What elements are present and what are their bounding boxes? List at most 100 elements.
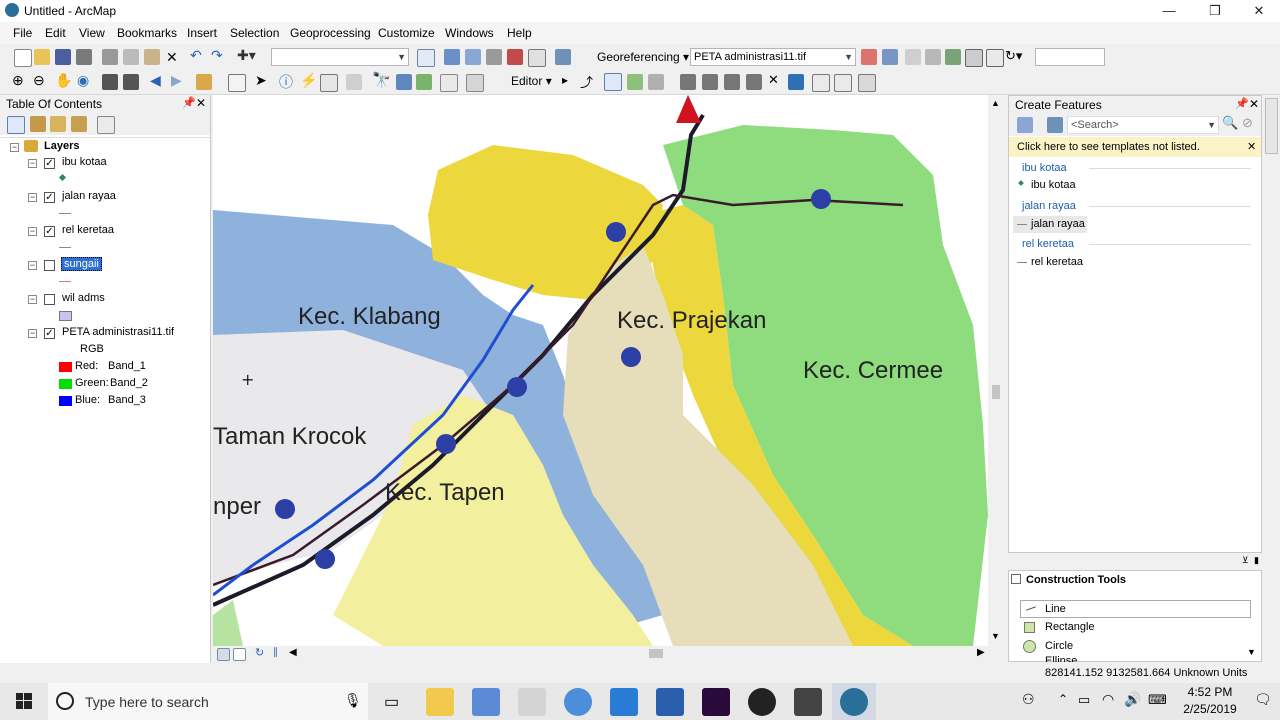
arcmap-taskbar-icon[interactable]: [840, 688, 868, 716]
toc-options-icon[interactable]: [97, 116, 115, 134]
menu-file[interactable]: File: [13, 26, 32, 40]
premiere-icon[interactable]: [702, 688, 730, 716]
layer-name-peta-administrasi[interactable]: PETA administrasi11.tif: [62, 326, 174, 338]
file-explorer-icon[interactable]: [426, 688, 454, 716]
line-symbol-icon[interactable]: [59, 247, 71, 248]
wifi-icon[interactable]: ◠: [1102, 691, 1114, 708]
identify-icon[interactable]: ⓘ: [279, 72, 293, 92]
list-by-drawing-order-icon[interactable]: [7, 116, 25, 134]
volume-icon[interactable]: 🔊: [1124, 691, 1141, 708]
delete-icon[interactable]: ✕: [166, 49, 178, 66]
collapse-layer-icon[interactable]: −: [28, 227, 37, 236]
fixed-zoom-in-icon[interactable]: [102, 74, 118, 90]
collapse-layer-icon[interactable]: −: [28, 329, 37, 338]
taskbar-search-box[interactable]: Type here to search 🎙: [48, 683, 368, 720]
notifications-icon[interactable]: 🗨: [1254, 691, 1272, 708]
layer-name-jalan-rayaa[interactable]: jalan rayaa: [62, 190, 116, 202]
find-route-icon[interactable]: [396, 74, 412, 90]
start-windows-icon[interactable]: [16, 693, 32, 709]
hint-close-icon[interactable]: ✕: [1247, 140, 1256, 153]
word-icon[interactable]: [656, 688, 684, 716]
georef-layer-combo[interactable]: PETA administrasi11.tif ▼: [690, 48, 856, 66]
copy-icon[interactable]: [123, 49, 139, 65]
template-search-input[interactable]: <Search> ▼: [1067, 116, 1219, 134]
mail-icon[interactable]: [518, 688, 546, 716]
globe-app-icon[interactable]: [564, 688, 592, 716]
line-symbol-icon[interactable]: [59, 281, 71, 282]
refresh-icon[interactable]: ↻: [255, 646, 264, 659]
collapse-layer-icon[interactable]: −: [28, 193, 37, 202]
undo-icon[interactable]: ↶: [190, 47, 202, 64]
map-vertical-scrollbar[interactable]: ▲ ▼: [989, 95, 1003, 646]
editor-menu[interactable]: Editor ▾: [511, 74, 552, 88]
go-to-xy-icon[interactable]: [416, 74, 432, 90]
layer-visibility-checkbox[interactable]: ✓: [44, 192, 55, 203]
list-by-visibility-icon[interactable]: [50, 116, 66, 132]
back-extent-icon[interactable]: ◀: [150, 72, 161, 89]
straight-segment-icon[interactable]: [604, 73, 622, 91]
template-ibu-kotaa[interactable]: ibu kotaa: [1031, 179, 1076, 191]
scroll-up-icon[interactable]: ▲: [991, 98, 1000, 108]
add-data-icon[interactable]: ✚▾: [237, 47, 256, 64]
arcmap-taskbar-active[interactable]: [832, 683, 876, 720]
fixed-zoom-out-icon[interactable]: [123, 74, 139, 90]
battery-icon[interactable]: ▭: [1078, 692, 1090, 708]
edge-browser-icon[interactable]: [610, 688, 638, 716]
task-view-icon[interactable]: ▭: [384, 692, 399, 712]
taskbar-search-placeholder[interactable]: Type here to search: [85, 694, 209, 710]
viewer-icon[interactable]: [986, 49, 1004, 67]
scroll-down-icon[interactable]: ▼: [991, 631, 1000, 641]
rotate-icon[interactable]: [905, 49, 921, 65]
rotate-dropdown-icon[interactable]: ↻▾: [1005, 48, 1022, 64]
menu-selection[interactable]: Selection: [230, 26, 279, 40]
layer-name-rel-keretaa[interactable]: rel keretaa: [62, 224, 114, 236]
layer-name-sungaii[interactable]: sungaii: [61, 257, 102, 271]
python-window-icon[interactable]: [528, 49, 546, 67]
hyperlink-icon[interactable]: ⚡: [300, 72, 317, 89]
modelbuilder-icon[interactable]: [555, 49, 571, 65]
layout-view-icon[interactable]: [233, 648, 246, 661]
toc-close-icon[interactable]: ✕: [196, 96, 206, 110]
collapse-layer-icon[interactable]: −: [28, 295, 37, 304]
map-display[interactable]: + Kec. Klabang Kec. Prajekan Kec. Cermee…: [213, 95, 988, 646]
rotate-tool-icon[interactable]: ✕: [768, 72, 779, 88]
polygon-symbol-icon[interactable]: [59, 311, 72, 321]
template-grouping-icon[interactable]: [1047, 117, 1063, 133]
template-rel-keretaa[interactable]: rel keretaa: [1031, 256, 1083, 268]
scroll-right-icon[interactable]: ▶: [977, 647, 985, 658]
show-hidden-icons[interactable]: ⌃: [1058, 692, 1068, 706]
layer-visibility-checkbox[interactable]: [44, 260, 55, 271]
collapse-layers-icon[interactable]: −: [10, 143, 19, 152]
keyboard-icon[interactable]: ⌨: [1148, 692, 1167, 708]
reshape-feature-icon[interactable]: [702, 74, 718, 90]
templates-hint-text[interactable]: Click here to see templates not listed.: [1017, 141, 1200, 153]
clock-date[interactable]: 2/25/2019: [1176, 702, 1244, 716]
redo-icon[interactable]: ↷: [211, 47, 223, 64]
layer-visibility-checkbox[interactable]: [44, 294, 55, 305]
cut-icon[interactable]: [102, 49, 118, 65]
list-by-selection-icon[interactable]: [71, 116, 87, 132]
people-icon[interactable]: ⚇: [1022, 691, 1035, 708]
splitter-handle-icon[interactable]: ▮: [1254, 555, 1259, 566]
split-tool-icon[interactable]: [746, 74, 762, 90]
scroll-left-icon[interactable]: ◀: [289, 647, 297, 658]
menu-customize[interactable]: Customize: [378, 26, 435, 40]
menu-help[interactable]: Help: [507, 26, 532, 40]
trace-icon[interactable]: [648, 74, 664, 90]
recorder-icon[interactable]: [748, 688, 776, 716]
rotation-angle-input[interactable]: [1035, 48, 1105, 66]
collapse-section-icon[interactable]: ⊻: [1242, 555, 1249, 566]
data-view-icon[interactable]: [217, 648, 230, 661]
scroll-thumb[interactable]: [649, 649, 663, 658]
pan-icon[interactable]: ✋: [55, 72, 72, 89]
toc-window-icon[interactable]: [444, 49, 460, 65]
edit-vertices-icon[interactable]: [680, 74, 696, 90]
find-icon[interactable]: 🔭: [372, 71, 391, 89]
measure-icon[interactable]: [346, 74, 362, 90]
attributes-icon[interactable]: [788, 74, 804, 90]
fit-to-display-icon[interactable]: [882, 49, 898, 65]
end-point-arc-icon[interactable]: [627, 74, 643, 90]
menu-insert[interactable]: Insert: [187, 26, 217, 40]
line-symbol-icon[interactable]: [59, 213, 71, 214]
new-document-icon[interactable]: [14, 49, 32, 67]
